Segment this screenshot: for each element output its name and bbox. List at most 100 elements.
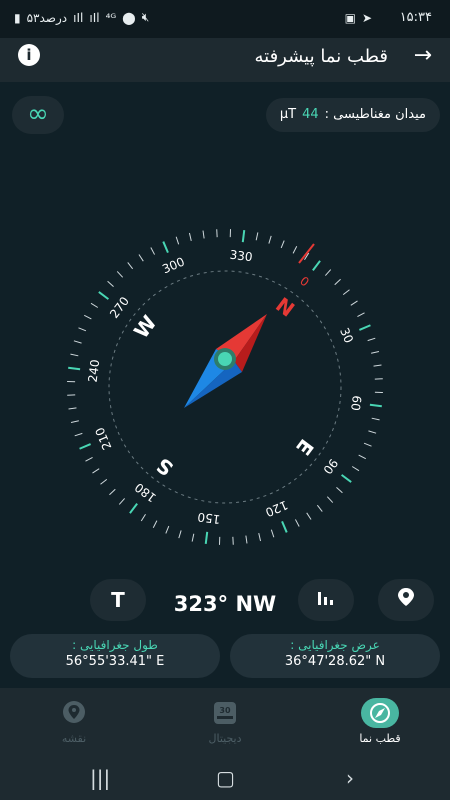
minor-tick [152,520,158,529]
battery-icon: ▮ [14,10,21,25]
major-tick [369,403,382,408]
signal-icon: ıIl [73,10,84,25]
home-icon[interactable]: ▢ [216,766,235,790]
digital-30-icon: 30 [206,698,244,728]
major-tick [241,230,246,243]
major-tick [340,474,352,483]
true-north-button[interactable]: T [90,579,146,621]
minor-tick [357,312,365,318]
latitude-card: عرض جغرافیایی : 36°47'28.62" N [230,634,440,678]
minor-tick [78,327,87,332]
minor-tick [70,420,79,424]
minor-tick [191,533,195,542]
minor-tick [268,235,272,244]
nav-item-map[interactable]: نقشه [34,698,114,745]
minor-tick [150,247,156,255]
page-title: قطب نما پیشرفته [254,46,388,67]
cardinal-N: N [271,293,299,322]
mute-icon: 🔇︎ [141,10,150,24]
minor-tick [336,486,343,494]
minor-tick [350,300,358,306]
compass-cardinals: NESW [129,293,319,481]
minor-tick [306,512,312,520]
major-tick [312,260,321,272]
minor-tick [73,340,82,344]
back-arrow-icon[interactable]: → [414,43,432,68]
degree-label-300: 300 [160,255,187,277]
inner-dashed-ring [108,270,342,504]
heading-readout: 323° NW [173,592,277,616]
major-tick [79,443,91,450]
gallery-icon: ▣ [344,11,356,25]
compass-needle [184,314,267,408]
minor-tick [358,454,367,460]
status-left: ▮ ۵۳درصد ıIl ıIl ⁴ᴳ ⬤ 🔇︎ [14,10,149,25]
minor-tick [363,442,372,447]
major-tick [129,502,138,514]
map-pin-icon [55,698,93,728]
nav-item-compass[interactable]: قطب نما [340,698,420,745]
status-time: ۱۵:۳۴ [399,10,432,25]
minor-tick [100,478,108,485]
system-nav: ||| ▢ › [0,766,450,800]
minor-tick [116,271,124,278]
major-tick [68,366,81,371]
minor-tick [373,364,382,367]
minor-tick [74,432,83,437]
minor-tick [292,245,298,254]
degree-label-150: 150 [197,510,221,527]
minor-tick [245,535,248,544]
minor-tick [85,456,93,462]
compass-degree-labels: 0 30 60 90 120 150 180 210 240 270 300 330 [86,248,364,527]
minor-tick [175,236,180,245]
location-pin-icon[interactable] [378,579,434,621]
minor-tick [316,504,323,512]
minor-tick [368,430,377,434]
minor-tick [342,289,350,296]
nav-item-digital[interactable]: 30 دیجیتال [185,698,265,745]
minor-tick [109,488,116,496]
major-tick [359,324,371,331]
minor-tick [178,530,182,539]
minor-tick [371,350,380,354]
longitude-value: 56°55'33.41" E [65,654,165,669]
major-tick [162,241,169,253]
minor-tick [83,314,92,320]
minor-tick [140,513,146,522]
latitude-value: 36°47'28.62" N [284,654,386,669]
degree-label-330: 330 [229,248,253,265]
degree-label-60: 60 [348,395,364,412]
telegram-icon: ➤ [361,11,372,25]
bottom-nav: قطب نما 30 دیجیتال نقشه [0,688,450,766]
main-area: ∞ میدان مغناطیسی : 44 μT 0 30 60 90 120 150 18… [0,82,450,688]
nav-label-map: نقشه [61,732,87,745]
minor-tick [90,302,99,308]
svg-text:30: 30 [219,706,231,715]
minor-tick [367,337,376,342]
longitude-label: طول جغرافیایی : [72,638,158,652]
app-bar: i قطب نما پیشرفته → [0,38,450,82]
cardinal-E: E [291,435,318,460]
degree-label-270: 270 [107,294,132,321]
minor-tick [202,230,205,239]
major-tick [281,521,288,533]
minor-tick [92,468,100,474]
minor-tick [255,232,259,241]
calibrate-infinity-button[interactable]: ∞ [12,96,64,134]
recent-apps-icon[interactable]: ||| [90,766,110,790]
magnetic-value: 44 [302,107,319,122]
compass-ticks [67,229,383,545]
major-tick [98,291,110,300]
degree-label-120: 120 [263,498,290,520]
cardinal-S: S [152,453,178,481]
needle-hub-inner [218,352,232,366]
back-icon[interactable]: › [346,766,354,790]
battery-text: ۵۳درصد [26,10,68,25]
minor-tick [165,525,170,534]
degree-label-210: 210 [93,425,115,452]
latitude-label: عرض جغرافیایی : [290,638,380,652]
bar-chart-icon[interactable] [298,579,354,621]
degree-label-0: 0 [297,274,312,290]
info-icon[interactable]: i [18,44,40,66]
minor-tick [326,496,334,503]
